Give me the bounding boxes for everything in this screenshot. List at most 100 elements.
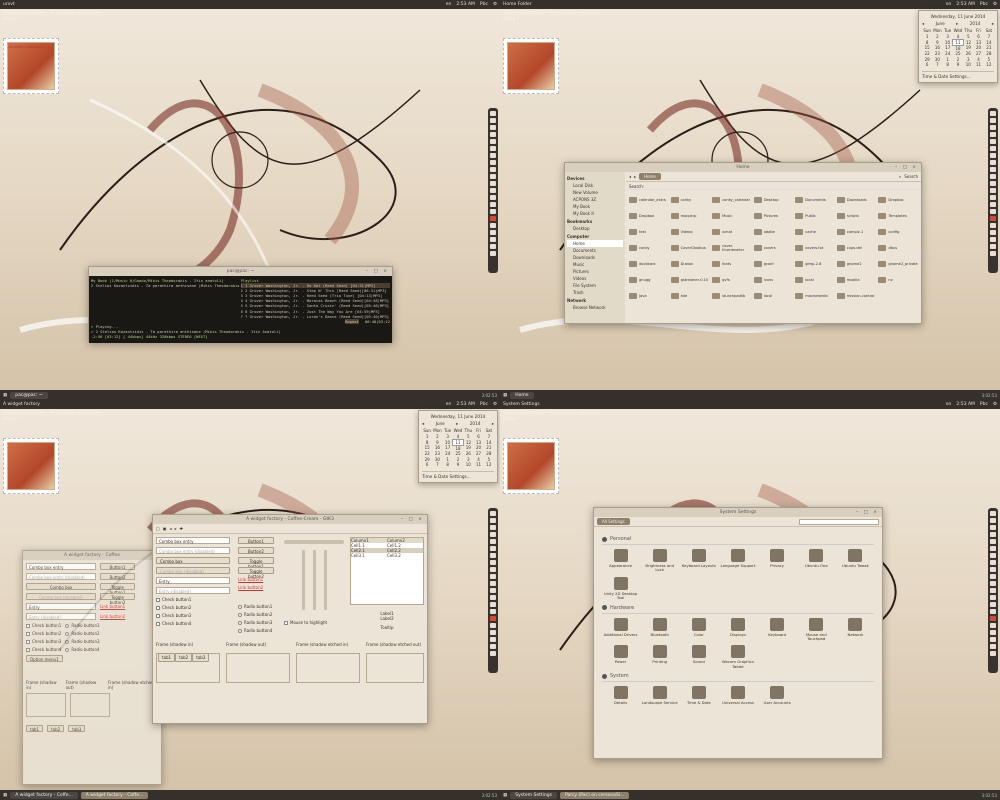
file-item[interactable]: launchpadlib — [712, 289, 752, 302]
dock-icon[interactable] — [490, 181, 496, 186]
file-item[interactable]: local — [753, 289, 794, 302]
next-month-button[interactable]: ▸ — [456, 421, 458, 426]
file-item[interactable]: conky — [670, 193, 711, 206]
horizontal-slider[interactable] — [284, 540, 344, 544]
file-item[interactable]: mission-control — [836, 289, 877, 302]
check-button-1[interactable]: Check button1 — [156, 597, 191, 602]
dock-icon[interactable] — [990, 223, 996, 228]
dock-icon[interactable] — [490, 518, 496, 523]
settings-item-appearance[interactable]: Appearance — [602, 549, 639, 573]
dock-icon[interactable] — [990, 167, 996, 172]
settings-item-keyboard[interactable]: Keyboard — [759, 617, 796, 642]
settings-search-input[interactable] — [799, 518, 879, 525]
file-item[interactable]: conky_calendar — [712, 193, 752, 206]
tab-1[interactable]: tab1 — [26, 725, 44, 732]
file-item[interactable]: gconf — [753, 257, 794, 270]
button-1[interactable]: Button1 — [238, 537, 274, 544]
dock-icon[interactable] — [490, 602, 496, 607]
dock-icon[interactable] — [490, 139, 496, 144]
entry[interactable]: Entry — [156, 577, 230, 584]
forward-icon[interactable]: ▸ — [175, 526, 177, 531]
combo-box[interactable]: Combo box — [156, 557, 230, 564]
file-item[interactable]: dbus — [878, 241, 918, 254]
dock-icon[interactable] — [490, 630, 496, 635]
dock-icon[interactable] — [490, 595, 496, 600]
file-item[interactable]: java — [629, 289, 669, 302]
dock-icon[interactable] — [990, 637, 996, 642]
dock-icon[interactable] — [990, 251, 996, 256]
user-indicator[interactable]: Pbc — [480, 2, 488, 7]
tree-view[interactable]: Column1 Column2 Cell1.1 Cell1.2 Cell2.1 Cel… — [350, 537, 424, 605]
file-item[interactable]: macromedia — [795, 289, 835, 302]
radio-button-1[interactable]: Radio button1 — [238, 604, 272, 609]
system-settings-window[interactable]: System Settings – □ × All Settings Perso… — [593, 507, 883, 759]
back-icon[interactable]: ◂ — [629, 174, 631, 179]
dock-icon[interactable] — [490, 574, 496, 579]
dock-icon[interactable] — [990, 546, 996, 551]
file-item[interactable]: gnome2 — [836, 257, 877, 270]
calendar-grid[interactable]: Sun Mon Tue Wed Thu Fri Sat 1234567 8 9 10 11 12 13… — [422, 428, 494, 468]
settings-item-wacom-graphics-tablet[interactable]: Wacom Graphics Tablet — [719, 645, 756, 669]
tab-1[interactable]: tab1 — [158, 653, 176, 662]
file-item[interactable]: gvfs — [712, 273, 752, 286]
dock-icon[interactable] — [990, 139, 996, 144]
settings-item-sound[interactable]: Sound — [680, 645, 717, 669]
sidebar-item-pictures[interactable]: Pictures — [567, 268, 623, 275]
sidebar-item-documents[interactable]: Documents — [567, 247, 623, 254]
option-menu[interactable]: Option menu1 — [26, 655, 63, 662]
file-item[interactable]: fonts — [712, 257, 752, 270]
file-item[interactable]: Downloads — [836, 193, 877, 206]
dock-icon[interactable] — [990, 216, 996, 221]
next-year-button[interactable]: ▸ — [492, 421, 494, 426]
file-item[interactable]: Templates — [878, 209, 918, 222]
file-item[interactable]: Desktop — [753, 193, 794, 206]
dock-icon[interactable] — [490, 525, 496, 530]
file-item[interactable]: Documents — [795, 193, 835, 206]
dock-icon[interactable] — [990, 132, 996, 137]
taskbar-item[interactable]: pac@pac: ~ — [10, 391, 48, 399]
taskbar-item[interactable]: Parcy (Pac) on cersonoSi... — [559, 791, 630, 799]
all-settings-button[interactable]: All Settings — [597, 518, 630, 525]
dock-icon[interactable] — [990, 588, 996, 593]
widget-factory-window-front[interactable]: A widget factory - Coffee-Cream - GtK3 –… — [152, 514, 428, 724]
dock-icon[interactable] — [990, 181, 996, 186]
prev-month-button[interactable]: ◂ — [422, 421, 424, 426]
dock-icon[interactable] — [490, 623, 496, 628]
open-icon[interactable]: ▣ — [163, 526, 167, 531]
dock-icon[interactable] — [990, 602, 996, 607]
dock-icon[interactable] — [490, 188, 496, 193]
combo-entry[interactable]: Combo box entry — [156, 537, 230, 544]
sidebar-item-browse-network[interactable]: Browse Network — [567, 304, 623, 311]
back-icon[interactable]: ◂ — [170, 526, 172, 531]
widget-factory-window-back[interactable]: A widget factory - Coffee Combo box entr… — [22, 550, 162, 785]
settings-item-privacy[interactable]: Privacy — [759, 549, 796, 573]
file-item[interactable]: scripts — [836, 209, 877, 222]
user-indicator[interactable]: Pbc — [480, 402, 488, 407]
dock-icon[interactable] — [990, 188, 996, 193]
file-item[interactable]: calendar_extra — [629, 193, 669, 206]
tab-2[interactable]: tab2 — [47, 725, 65, 732]
dock-icon[interactable] — [490, 195, 496, 200]
settings-item-ubuntu-one[interactable]: Ubuntu One — [798, 549, 835, 573]
settings-item-printing[interactable]: Printing — [641, 645, 678, 669]
sidebar-item-trash[interactable]: Trash — [567, 289, 623, 296]
clock-indicator[interactable]: 2:53 AM — [956, 402, 975, 407]
dock-icon[interactable] — [490, 581, 496, 586]
link-button-1[interactable]: Link button1 — [238, 577, 263, 582]
file-item[interactable]: Dustox — [670, 257, 711, 270]
dock-icon[interactable] — [990, 623, 996, 628]
tab-2[interactable]: tab2 — [175, 653, 193, 662]
file-item[interactable]: Music — [712, 209, 752, 222]
toggle-button-2[interactable]: Toggle button2 — [100, 593, 135, 605]
dock-icon[interactable] — [990, 539, 996, 544]
taskbar-item[interactable]: A widget factory - Coffe... — [80, 791, 149, 799]
dock-icon[interactable] — [990, 581, 996, 586]
settings-item-user-accounts[interactable]: User Accounts — [759, 686, 796, 705]
file-item[interactable]: kde — [670, 289, 711, 302]
window-controls[interactable]: – □ × — [895, 163, 918, 172]
file-item[interactable]: mocpkrp — [670, 209, 711, 222]
dock-icon[interactable] — [990, 511, 996, 516]
dock-icon[interactable] — [490, 167, 496, 172]
file-item[interactable]: mozilla — [836, 273, 877, 286]
search-bar[interactable]: Search: — [626, 182, 921, 190]
